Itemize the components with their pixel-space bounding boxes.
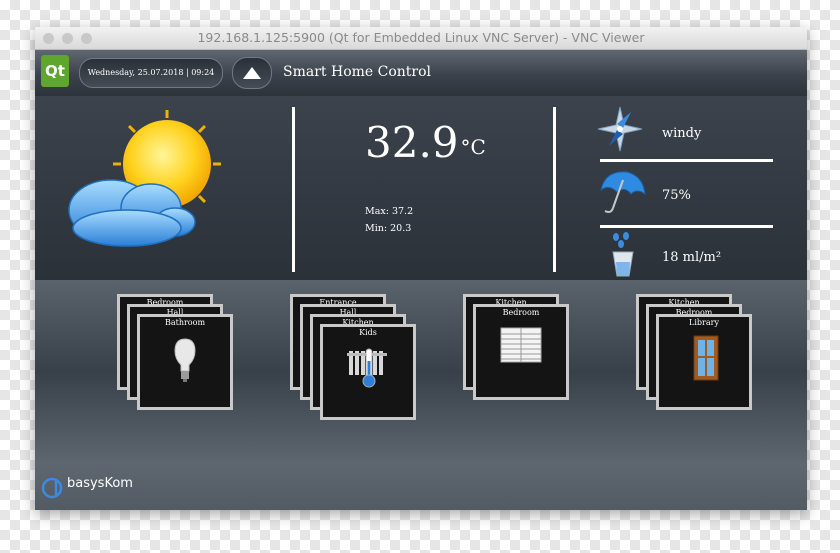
wind-text: windy	[662, 126, 702, 141]
separator	[600, 159, 773, 162]
room-label: Bathroom	[164, 318, 206, 327]
window-blinds-icon	[500, 327, 542, 363]
partly-cloudy-icon	[68, 110, 221, 247]
window-icon	[693, 335, 719, 381]
temperature-min: Min: 20.3	[365, 223, 412, 234]
window-titlebar: 192.168.1.125:5900 (Qt for Embedded Linu…	[35, 27, 807, 50]
basyskom-logo-icon	[41, 477, 63, 499]
room-label: Bedroom	[502, 308, 540, 317]
window-title: 192.168.1.125:5900 (Qt for Embedded Linu…	[197, 30, 645, 45]
rain-text: 18 ml/m²	[662, 250, 722, 265]
room-label: Library	[689, 318, 719, 327]
light-bulb-icon	[174, 338, 196, 382]
qt-logo: Qt	[41, 55, 69, 87]
wind-compass-icon	[597, 106, 643, 152]
rooms-panel: Bedroom Hall Bathroom Entrance Hall Kitc…	[35, 280, 807, 510]
basyskom-logo: basysKom	[67, 476, 133, 491]
temperature-value: 32.9	[365, 118, 459, 167]
umbrella-icon	[600, 171, 646, 213]
datetime-display[interactable]: Wednesday, 25.07.2018 | 09:24	[79, 58, 223, 88]
room-label: Kids	[359, 328, 377, 337]
room-card-bedroom[interactable]: Bedroom	[473, 304, 569, 400]
arrow-up-icon	[243, 67, 261, 79]
separator	[600, 225, 773, 228]
room-card-library[interactable]: Library	[656, 314, 752, 410]
temperature-display: 32.9 °C	[365, 118, 486, 168]
room-card-bathroom[interactable]: Bathroom	[137, 314, 233, 410]
temperature-max: Max: 37.2	[365, 206, 414, 217]
app-title: Smart Home Control	[283, 64, 432, 80]
app-header: Qt Wednesday, 25.07.2018 | 09:24 Smart H…	[35, 50, 807, 96]
collapse-button[interactable]	[232, 57, 272, 89]
room-card-kids[interactable]: Kids	[320, 324, 416, 420]
rain-gauge-icon	[612, 232, 634, 277]
divider	[292, 107, 295, 272]
humidity-text: 75%	[662, 188, 691, 203]
divider	[553, 107, 556, 272]
vnc-window: 192.168.1.125:5900 (Qt for Embedded Linu…	[35, 27, 807, 510]
temperature-unit: °C	[460, 135, 486, 159]
weather-panel: 32.9 °C Max: 37.2 Min: 20.3 windy 75% 18 …	[35, 96, 807, 280]
radiator-thermometer-icon	[347, 348, 387, 388]
